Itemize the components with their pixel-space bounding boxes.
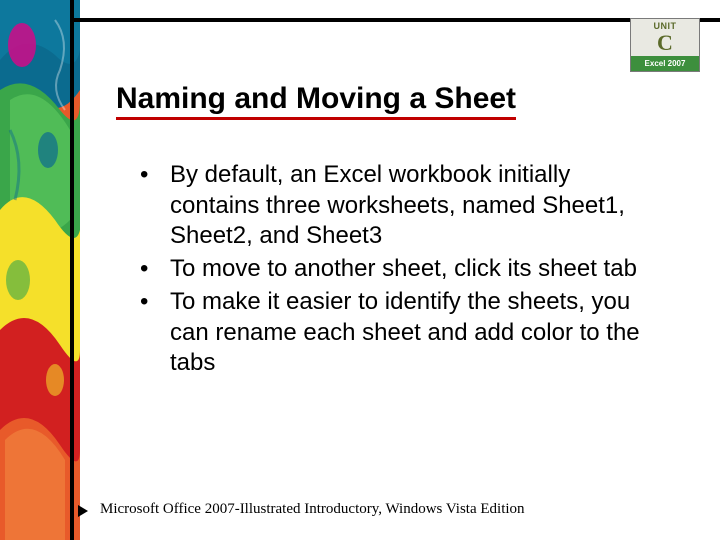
footer-arrow-icon [78, 505, 88, 517]
bullet-list: By default, an Excel workbook initially … [138, 160, 658, 381]
unit-badge: UNIT C Excel 2007 [630, 18, 700, 72]
unit-badge-product: Excel 2007 [631, 56, 699, 71]
bullet-item: To make it easier to identify the sheets… [138, 287, 658, 379]
bullet-item: By default, an Excel workbook initially … [138, 160, 658, 252]
slide-title: Naming and Moving a Sheet [116, 82, 516, 120]
horizontal-frame-rule [70, 18, 720, 22]
footer-text: Microsoft Office 2007-Illustrated Introd… [100, 501, 525, 518]
bullet-item: To move to another sheet, click its shee… [138, 254, 658, 285]
unit-badge-letter: C [631, 32, 699, 56]
decorative-art-strip [0, 0, 80, 540]
vertical-frame-rule [70, 0, 74, 540]
